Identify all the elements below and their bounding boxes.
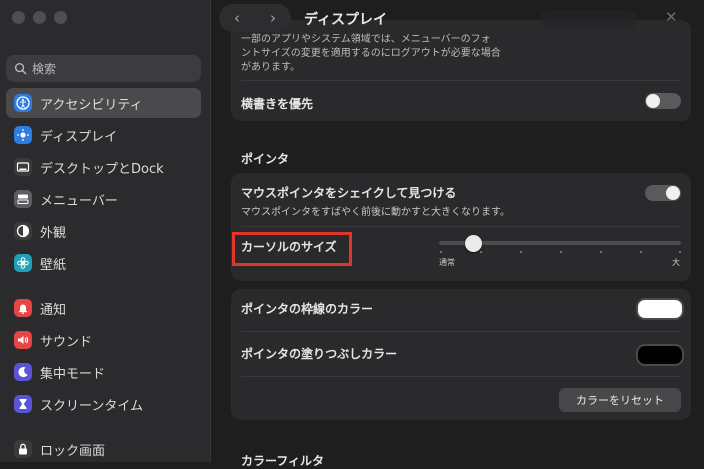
sidebar-item-display[interactable]: ディスプレイ <box>6 120 201 150</box>
hourglass-icon <box>14 395 32 413</box>
shake-to-locate-description: マウスポインタをすばやく前後に動かすと大きくなります。 <box>241 207 510 218</box>
sidebar: 検索 アクセシビリティ ディスプレイ デスクトップとDock メニューバー 外観 <box>0 0 211 462</box>
font-size-note-line3: があります。 <box>241 62 300 73</box>
prefer-horizontal-text-label: 横書きを優先 <box>241 97 314 111</box>
pointer-fill-color-well[interactable] <box>636 344 684 366</box>
wallpaper-icon <box>14 254 32 272</box>
moon-icon <box>14 363 32 381</box>
lock-icon <box>14 440 32 458</box>
close-window-button[interactable] <box>12 11 25 24</box>
window-controls <box>12 11 67 24</box>
pointer-section-title: ポインタ <box>241 152 290 166</box>
sidebar-item-label: 通知 <box>40 302 67 318</box>
sidebar-item-appearance[interactable]: 外観 <box>6 216 201 246</box>
toggle-knob <box>646 94 660 108</box>
sidebar-item-label: メニューバー <box>40 193 118 209</box>
sidebar-item-label: デスクトップとDock <box>40 161 164 177</box>
sidebar-item-notifications[interactable]: 通知 <box>6 293 201 323</box>
back-button[interactable]: ‹ <box>234 9 240 27</box>
sidebar-item-lock-screen[interactable]: ロック画面 <box>6 434 201 464</box>
bell-icon <box>14 299 32 317</box>
sidebar-item-label: スクリーンタイム <box>40 398 144 414</box>
sidebar-item-sound[interactable]: サウンド <box>6 325 201 355</box>
sidebar-item-label: アクセシビリティ <box>40 97 143 113</box>
forward-button[interactable]: › <box>270 9 276 27</box>
navigation-buttons: ‹ › <box>219 4 291 32</box>
toolbar-faded-button <box>541 11 636 29</box>
page-title: ディスプレイ <box>304 12 388 28</box>
divider <box>241 80 681 81</box>
sidebar-item-label: サウンド <box>40 334 93 350</box>
zoom-window-button[interactable] <box>54 11 67 24</box>
speaker-icon <box>14 331 32 349</box>
menubar-icon <box>14 190 32 208</box>
minimize-window-button[interactable] <box>33 11 46 24</box>
pointer-outline-color-well[interactable] <box>636 298 684 320</box>
sidebar-item-menubar[interactable]: メニューバー <box>6 184 201 214</box>
divider <box>241 226 681 227</box>
slider-tick <box>560 251 562 253</box>
pointer-color-card: ポインタの枠線のカラー ポインタの塗りつぶしカラー カラーをリセット <box>231 289 691 420</box>
toolbar: ‹ › ディスプレイ ✕ <box>211 0 704 38</box>
toggle-knob <box>666 186 680 200</box>
sidebar-item-screen-time[interactable]: スクリーンタイム <box>6 389 201 419</box>
desktop-dock-icon <box>14 158 32 176</box>
search-icon <box>14 62 27 75</box>
shake-to-locate-label: マウスポインタをシェイクして見つける <box>241 186 457 200</box>
main-content: 一部のアプリやシステム領域では、メニューバーのフォ ントサイズの変更を適用するの… <box>211 0 704 468</box>
search-placeholder: 検索 <box>32 62 57 76</box>
cursor-size-max-label: 大 <box>672 258 680 267</box>
color-filter-section-title: カラーフィルタ <box>241 454 325 468</box>
sidebar-item-label: 外観 <box>40 225 67 241</box>
sidebar-item-wallpaper[interactable]: 壁紙 <box>6 248 201 278</box>
sidebar-item-label: 集中モード <box>40 366 106 382</box>
sidebar-item-label: ディスプレイ <box>40 129 118 145</box>
divider <box>241 376 681 377</box>
pointer-fill-color-label: ポインタの塗りつぶしカラー <box>241 347 398 361</box>
slider-tick <box>679 251 681 253</box>
slider-tick <box>440 251 442 253</box>
slider-tick <box>520 251 522 253</box>
cursor-size-slider-handle[interactable] <box>465 235 482 252</box>
divider <box>241 331 681 332</box>
font-size-note-line2: ントサイズの変更を適用するのにログアウトが必要な場合 <box>241 48 501 59</box>
slider-tick <box>600 251 602 253</box>
pointer-outline-color-label: ポインタの枠線のカラー <box>241 302 374 316</box>
sidebar-item-label: ロック画面 <box>40 443 106 459</box>
slider-tick <box>640 251 642 253</box>
sidebar-item-desktop-dock[interactable]: デスクトップとDock <box>6 152 201 182</box>
search-field[interactable]: 検索 <box>6 55 201 82</box>
prefer-horizontal-text-toggle[interactable] <box>645 93 681 109</box>
slider-tick <box>480 251 482 253</box>
sidebar-item-accessibility[interactable]: アクセシビリティ <box>6 88 201 118</box>
highlight-annotation <box>232 232 352 266</box>
display-icon <box>14 126 32 144</box>
cursor-size-min-label: 通常 <box>439 258 455 267</box>
reset-colors-button[interactable]: カラーをリセット <box>559 388 681 412</box>
close-icon: ✕ <box>665 8 678 26</box>
appearance-icon <box>14 222 32 240</box>
sidebar-item-label: 壁紙 <box>40 257 67 273</box>
shake-to-locate-toggle[interactable] <box>645 185 681 201</box>
accessibility-icon <box>14 94 32 112</box>
sidebar-item-focus[interactable]: 集中モード <box>6 357 201 387</box>
